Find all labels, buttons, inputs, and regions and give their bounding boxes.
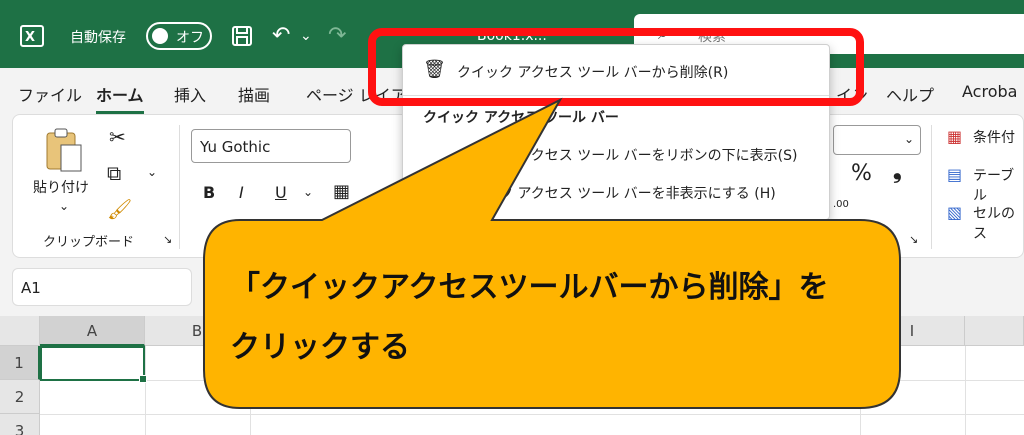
- callout-text-line2: クリックする: [230, 330, 410, 365]
- callout-bubble: [203, 97, 901, 409]
- callout-text-line1: 「クイックアクセスツールバーから削除」を: [230, 270, 829, 305]
